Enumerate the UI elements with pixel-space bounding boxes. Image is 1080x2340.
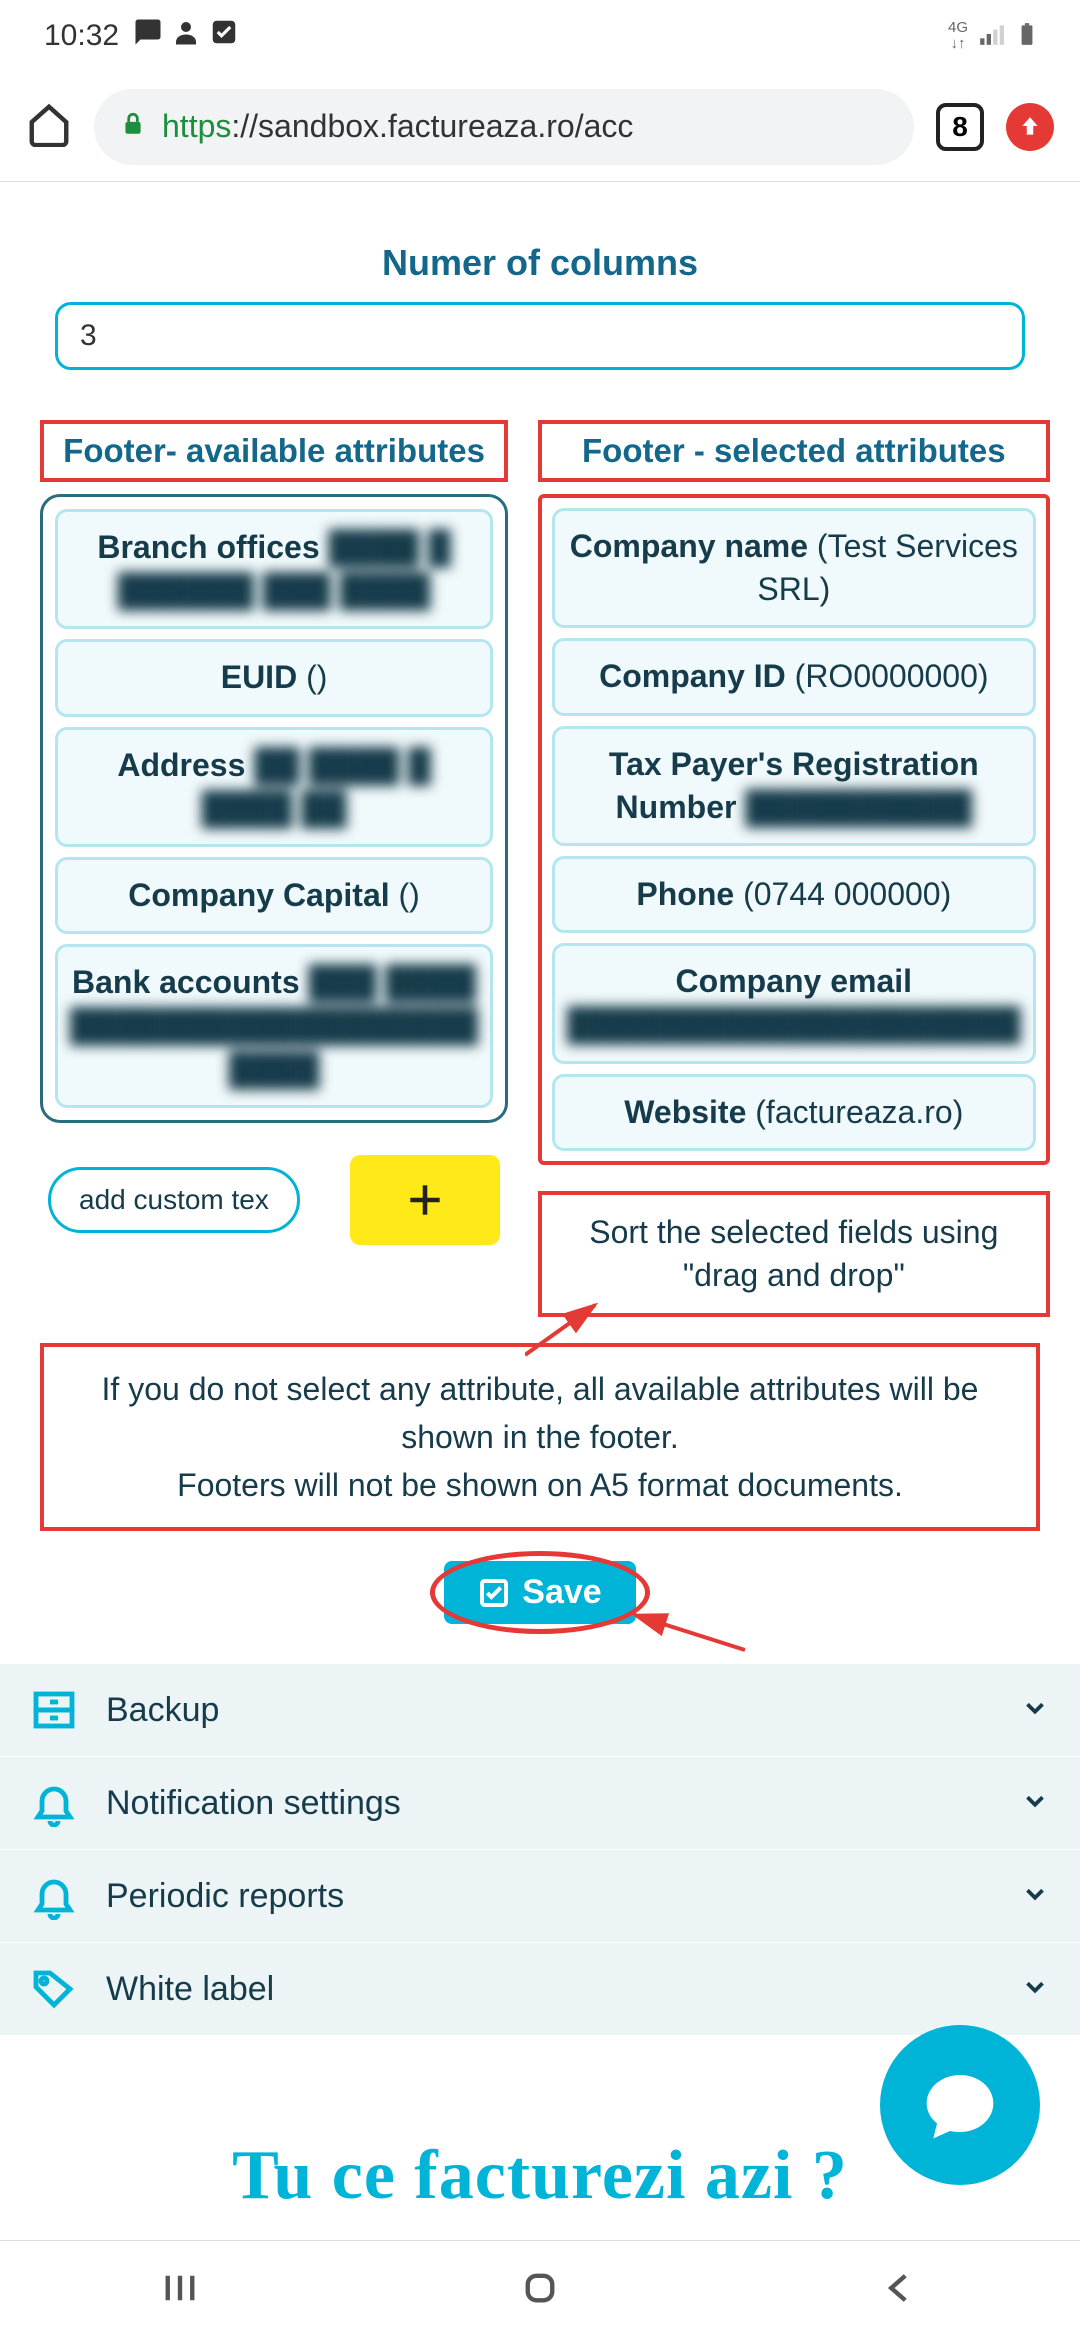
settings-white-label[interactable]: White label [0,1943,1080,2036]
selected-attributes-panel: Company name (Test Services SRL) Company… [538,494,1049,1165]
system-nav-bar [0,2240,1080,2340]
status-right: 4G ↓↑ [948,20,1040,53]
back-button[interactable] [879,2267,921,2314]
chevron-down-icon [1020,1693,1050,1728]
address-bar[interactable]: https://sandbox.factureaza.ro/acc [94,89,914,165]
notification-icons [133,17,239,55]
browser-toolbar: https://sandbox.factureaza.ro/acc 8 [0,72,1080,182]
tag-icon [30,1965,86,2013]
footer-info-box: If you do not select any attribute, all … [40,1343,1040,1531]
lock-icon [120,109,146,144]
update-badge-icon[interactable] [1006,103,1054,151]
available-attributes-panel: Branch offices ████ █ ██████ ███ ████ EU… [40,494,508,1123]
settings-notifications[interactable]: Notification settings [0,1757,1080,1850]
attr-phone[interactable]: Phone (0744 000000) [552,856,1035,933]
attr-company-capital[interactable]: Company Capital () [55,857,493,934]
network-indicator: 4G ↓↑ [948,20,968,53]
chevron-down-icon [1020,1786,1050,1821]
settings-label: Backup [106,1691,219,1730]
tab-counter[interactable]: 8 [936,103,984,151]
settings-list: Backup Notification settings Periodic re… [0,1664,1080,2036]
attr-bank-accounts[interactable]: Bank accounts ███ ████ █████████████████… [55,944,493,1108]
attr-company-id[interactable]: Company ID (RO0000000) [552,638,1035,715]
attr-company-name[interactable]: Company name (Test Services SRL) [552,508,1035,628]
selected-attributes-title: Footer - selected attributes [538,420,1049,482]
home-button[interactable] [519,2267,561,2314]
add-plus-button[interactable] [350,1155,500,1245]
settings-label: Notification settings [106,1784,401,1823]
attr-tax-registration[interactable]: Tax Payer's Registration Number ████████… [552,726,1035,846]
status-bar: 10:32 4G ↓↑ [0,0,1080,72]
columns-label: Numer of columns [40,242,1040,284]
message-icon [133,17,163,55]
drawer-icon [30,1686,86,1734]
clock: 10:32 [44,19,119,53]
recents-button[interactable] [159,2267,201,2314]
available-attributes-title: Footer- available attributes [40,420,508,482]
attr-euid[interactable]: EUID () [55,639,493,716]
settings-periodic-reports[interactable]: Periodic reports [0,1850,1080,1943]
settings-label: White label [106,1970,274,2009]
settings-backup[interactable]: Backup [0,1664,1080,1757]
attr-website[interactable]: Website (factureaza.ro) [552,1074,1035,1151]
sort-hint: Sort the selected fields using "drag and… [538,1191,1049,1317]
url-text: https://sandbox.factureaza.ro/acc [162,108,633,145]
chevron-down-icon [1020,1879,1050,1914]
chat-fab[interactable] [880,2025,1040,2185]
attr-company-email[interactable]: Company email████████████████████ [552,943,1035,1063]
save-button[interactable]: Save [444,1561,635,1624]
battery-icon [1014,21,1040,52]
attr-address[interactable]: Address ██ ████ █ ████ ██ [55,727,493,847]
chevron-down-icon [1020,1972,1050,2007]
home-icon[interactable] [26,101,72,152]
attr-branch-offices[interactable]: Branch offices ████ █ ██████ ███ ████ [55,509,493,629]
person-icon [171,17,201,55]
bell-icon [30,1779,86,1827]
checkbox-icon [209,17,239,55]
add-custom-text-button[interactable]: add custom tex [48,1167,300,1233]
bell-icon [30,1872,86,1920]
columns-input[interactable]: 3 [55,302,1025,370]
signal-icon [978,21,1004,52]
settings-label: Periodic reports [106,1877,344,1916]
